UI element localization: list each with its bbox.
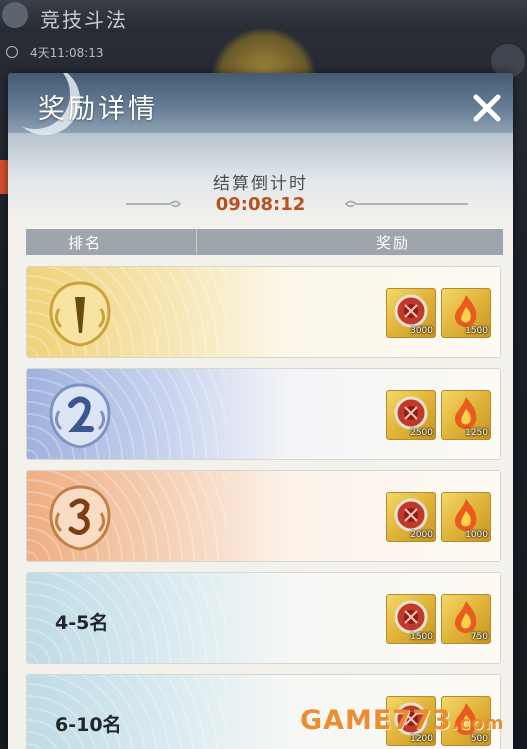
flame-spirit-icon <box>455 295 477 327</box>
rank-1-medal-icon <box>49 281 111 347</box>
home-icon[interactable] <box>2 2 28 28</box>
screen-title: 竞技斗法 <box>40 8 128 32</box>
header-reward: 奖励 <box>376 234 411 252</box>
countdown-label: 结算倒计时 <box>213 174 308 194</box>
season-timer-text: 4天11:08:13 <box>30 46 104 60</box>
reward-item-jade-token[interactable]: 3000 <box>386 288 436 338</box>
season-timer: 4天11:08:13 <box>6 44 104 61</box>
flame-spirit-icon <box>455 397 477 429</box>
reward-details-modal: 奖励详情 结算倒计时 09:08:12 排名 奖励 3000 1500 2500… <box>8 73 513 749</box>
rank-2-medal-icon <box>49 383 111 449</box>
reward-item-flame-spirit[interactable]: 1000 <box>441 492 491 542</box>
reward-item-jade-token[interactable]: 2000 <box>386 492 436 542</box>
reward-count: 2500 <box>410 428 433 438</box>
reward-row-rank-1: 3000 1500 <box>26 266 501 358</box>
reward-item-flame-spirit[interactable]: 1500 <box>441 288 491 338</box>
watermark-main: GAME773 <box>300 705 452 736</box>
reward-count: 750 <box>470 632 488 642</box>
rank-3-medal-icon <box>49 485 111 551</box>
watermark-suffix: .com <box>451 713 505 734</box>
red-jade-token-icon <box>394 498 428 532</box>
header-rank: 排名 <box>68 234 103 252</box>
reward-item-jade-token[interactable]: 2500 <box>386 390 436 440</box>
rank-label: 6-10名 <box>55 714 122 736</box>
reward-item-flame-spirit[interactable]: 750 <box>441 594 491 644</box>
site-watermark: GAME773.com <box>300 705 504 736</box>
reward-count: 1500 <box>410 632 433 642</box>
reward-item-jade-token[interactable]: 1500 <box>386 594 436 644</box>
header-divider <box>196 229 197 255</box>
red-jade-token-icon <box>394 294 428 328</box>
flame-spirit-icon <box>455 601 477 633</box>
red-jade-token-icon <box>394 600 428 634</box>
clock-icon <box>6 46 18 58</box>
modal-title: 奖励详情 <box>38 94 158 125</box>
arena-emblem <box>212 28 316 78</box>
close-icon <box>473 94 501 122</box>
cloud-ornament-right <box>344 200 468 208</box>
reward-row-rank-3: 2000 1000 <box>26 470 501 562</box>
reward-row-rank-2: 2500 1250 <box>26 368 501 460</box>
reward-count: 2000 <box>410 530 433 540</box>
reward-item-flame-spirit[interactable]: 1250 <box>441 390 491 440</box>
reward-table-header: 排名 奖励 <box>26 229 503 255</box>
flame-spirit-icon <box>455 499 477 531</box>
red-jade-token-icon <box>394 396 428 430</box>
reward-count: 3000 <box>410 326 433 336</box>
reward-count: 1250 <box>465 428 488 438</box>
reward-count: 1000 <box>465 530 488 540</box>
reward-row-rank-4-5: 4-5名 1500 750 <box>26 572 501 664</box>
reward-count: 1500 <box>465 326 488 336</box>
close-button[interactable] <box>466 87 508 129</box>
rank-label: 4-5名 <box>55 612 109 634</box>
